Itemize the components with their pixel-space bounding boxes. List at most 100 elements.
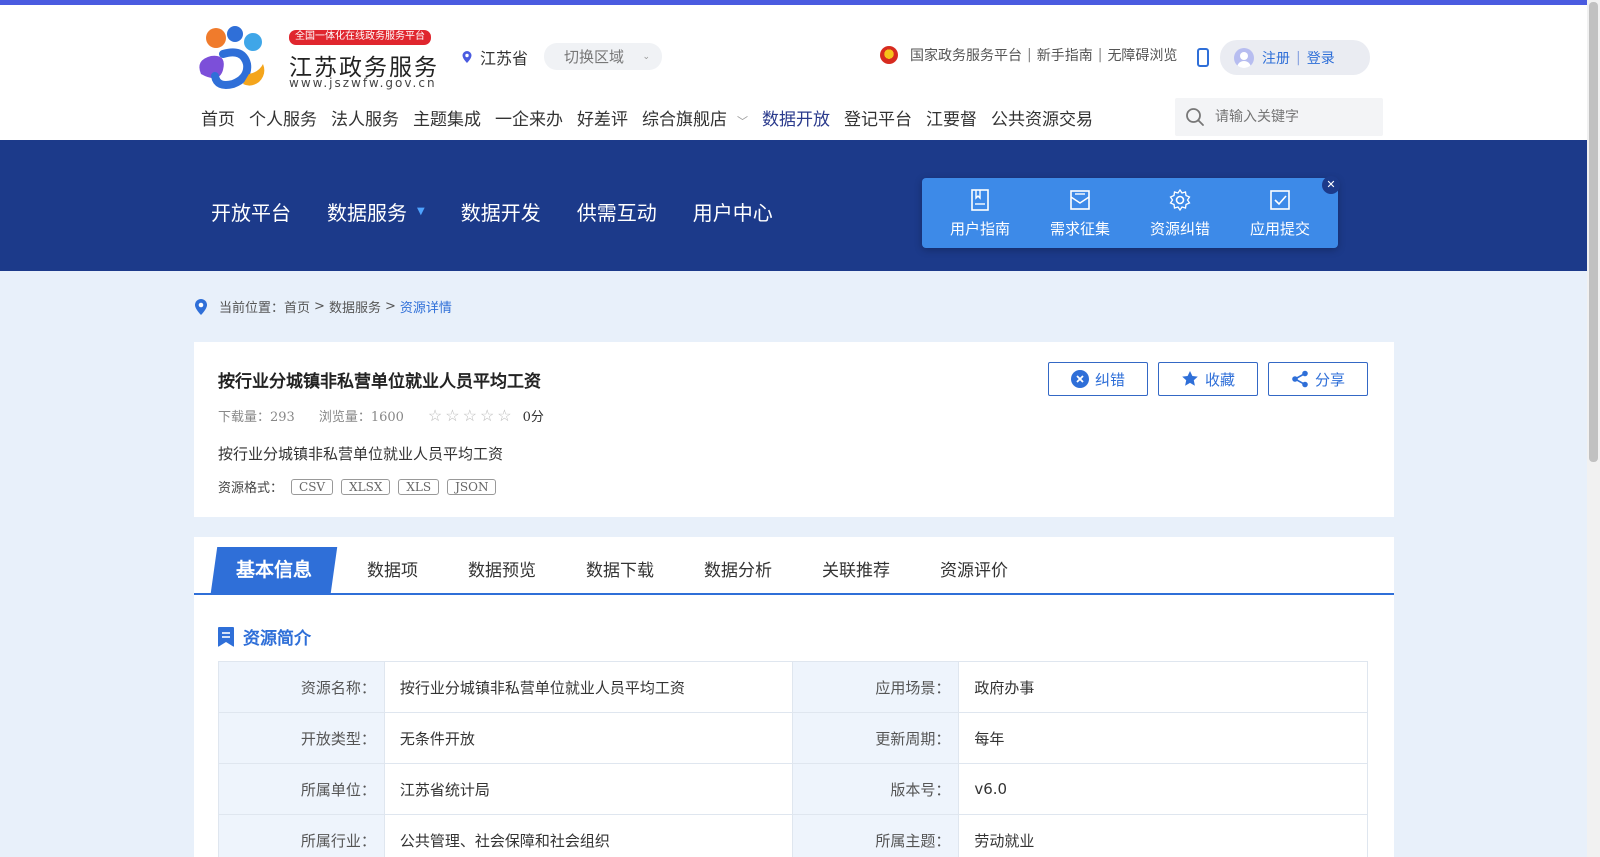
guide-link[interactable]: 新手指南: [1037, 45, 1093, 65]
logo-badge: 全国一体化在线政务服务平台: [289, 30, 431, 45]
national-platform-link[interactable]: 国家政务服务平台: [910, 45, 1022, 65]
resource-formats: 资源格式： CSV XLSX XLS JSON: [218, 477, 497, 496]
breadcrumb: 当前位置： 首页 > 数据服务 > 资源详情: [194, 297, 452, 316]
tab-data-items[interactable]: 数据项: [342, 556, 443, 593]
register-link[interactable]: 注册: [1262, 48, 1290, 68]
nav-public-resources[interactable]: 公共资源交易: [984, 105, 1100, 141]
nav-registration[interactable]: 登记平台: [837, 105, 919, 141]
tab-data-preview[interactable]: 数据预览: [443, 556, 561, 593]
check-doc-icon: [1270, 189, 1290, 210]
tab-related[interactable]: 关联推荐: [797, 556, 915, 593]
table-row: 资源名称： 按行业分城镇非私营单位就业人员平均工资 应用场景： 政府办事: [218, 661, 1368, 713]
close-icon[interactable]: ✕: [1322, 176, 1340, 194]
envelope-icon: [1070, 189, 1090, 210]
sub-nav: 开放平台 数据服务 ▼ 数据开发 供需互动 用户中心: [211, 197, 809, 226]
login-link[interactable]: 登录: [1307, 48, 1335, 68]
login-area: 注册 | 登录: [1220, 40, 1370, 75]
tab-basic-info[interactable]: 基本信息: [210, 547, 338, 593]
share-button[interactable]: 分享: [1268, 362, 1368, 396]
resource-detail-card: 基本信息 数据项 数据预览 数据下载 数据分析 关联推荐 资源评价 资源简介 资…: [194, 537, 1394, 857]
national-emblem-icon: [880, 46, 898, 64]
star-icon: ☆: [497, 406, 512, 425]
region-switch-button[interactable]: 切换区域 ⌄: [544, 43, 663, 70]
section-title: 资源简介: [218, 624, 311, 649]
tab-reviews[interactable]: 资源评价: [915, 556, 1033, 593]
site-logo[interactable]: 全国一体化在线政务服务平台 江苏政务服务 www.jszwfw.gov.cn: [193, 24, 438, 94]
format-tag: CSV: [291, 478, 334, 495]
page-scrollbar[interactable]: [1587, 0, 1600, 857]
location-pin-icon: [195, 298, 207, 315]
request-collection-button[interactable]: 需求征集: [1032, 188, 1128, 239]
table-row: 所属单位： 江苏省统计局 版本号： v6.0: [218, 763, 1368, 815]
subnav-data-dev[interactable]: 数据开发: [461, 197, 541, 226]
resource-actions: 纠错 收藏 分享: [1048, 362, 1378, 396]
search-input[interactable]: [1215, 109, 1375, 125]
tab-data-download[interactable]: 数据下载: [561, 556, 679, 593]
resource-correction-button[interactable]: 资源纠错: [1132, 188, 1228, 239]
table-row: 开放类型： 无条件开放 更新周期： 每年: [218, 712, 1368, 764]
report-error-button[interactable]: 纠错: [1048, 362, 1148, 396]
format-tag: JSON: [447, 478, 497, 495]
caret-down-icon: ▼: [417, 206, 425, 217]
search-box: [1175, 98, 1383, 136]
nav-themes[interactable]: 主题集成: [406, 105, 488, 141]
star-icon: [1182, 371, 1198, 386]
bookmark-doc-icon: [971, 188, 989, 211]
subnav-supply-demand[interactable]: 供需互动: [577, 197, 657, 226]
favorite-button[interactable]: 收藏: [1158, 362, 1258, 396]
nav-enterprise[interactable]: 一企来办: [488, 105, 570, 141]
rating-stars[interactable]: ☆ ☆ ☆ ☆ ☆: [428, 406, 515, 425]
view-count: 浏览量：1600: [318, 410, 404, 425]
search-icon[interactable]: [1185, 107, 1205, 127]
nav-corporate[interactable]: 法人服务: [324, 105, 406, 141]
location-pin-icon: [462, 50, 472, 63]
share-icon: [1292, 370, 1308, 388]
region-switch-label: 切换区域: [564, 48, 625, 66]
breadcrumb-home[interactable]: 首页: [284, 297, 310, 316]
gear-icon: [1169, 188, 1191, 211]
current-region: 江苏省: [480, 48, 529, 68]
logo-mark-icon: [199, 26, 265, 89]
table-row: 所属行业： 公共管理、社会保障和社会组织 所属主题： 劳动就业: [218, 814, 1368, 857]
format-tag: XLS: [398, 478, 440, 495]
nav-personal[interactable]: 个人服务: [242, 105, 324, 141]
nav-open-data[interactable]: 数据开放: [755, 105, 837, 144]
quick-actions-panel: 用户指南 需求征集 资源纠错 应用提交 ✕: [922, 176, 1340, 248]
document-icon: [218, 626, 234, 647]
scrollbar-thumb[interactable]: [1589, 2, 1598, 462]
resource-stats: 下载量：293 浏览量：1600 ☆ ☆ ☆ ☆ ☆ 0分: [218, 406, 544, 425]
nav-evaluation[interactable]: 好差评: [570, 105, 635, 141]
close-circle-icon: [1070, 370, 1089, 388]
user-guide-button[interactable]: 用户指南: [932, 188, 1028, 239]
tab-data-analysis[interactable]: 数据分析: [679, 556, 797, 593]
nav-home[interactable]: 首页: [194, 105, 242, 141]
accessible-link[interactable]: 无障碍浏览: [1107, 45, 1177, 65]
breadcrumb-current: 资源详情: [399, 301, 452, 316]
resource-info-table: 资源名称： 按行业分城镇非私营单位就业人员平均工资 应用场景： 政府办事 开放类…: [218, 661, 1368, 857]
subnav-user-center[interactable]: 用户中心: [693, 197, 773, 226]
format-tag: XLSX: [341, 478, 391, 495]
subnav-data-service[interactable]: 数据服务 ▼: [327, 197, 425, 226]
nav-flagship[interactable]: 综合旗舰店 ﹀: [635, 105, 755, 141]
star-icon: ☆: [427, 406, 443, 425]
user-avatar-icon: [1234, 47, 1254, 68]
star-icon: ☆: [445, 406, 460, 425]
data-platform-band: 开放平台 数据服务 ▼ 数据开发 供需互动 用户中心 用户指南 需求征集 资源纠错…: [0, 140, 1587, 271]
app-submit-button[interactable]: 应用提交: [1232, 188, 1328, 239]
resource-summary-card: 按行业分城镇非私营单位就业人员平均工资 下载量：293 浏览量：1600 ☆ ☆ ☆…: [194, 342, 1394, 517]
breadcrumb-data-service[interactable]: 数据服务: [329, 297, 381, 316]
nav-supervision[interactable]: 江要督: [919, 105, 984, 141]
site-header: 全国一体化在线政务服务平台 江苏政务服务 www.jszwfw.gov.cn 江…: [0, 5, 1587, 144]
chevron-down-icon: ⌄: [642, 51, 651, 62]
main-nav: 首页 个人服务 法人服务 主题集成 一企来办 好差评 综合旗舰店 ﹀ 数据开放 登…: [194, 105, 1100, 144]
star-icon: ☆: [479, 406, 495, 425]
subnav-open-platform[interactable]: 开放平台: [211, 197, 291, 226]
top-links: 国家政务服务平台 | 新手指南 | 无障碍浏览: [880, 45, 1177, 65]
download-count: 下载量：293: [218, 410, 295, 425]
rating-score: 0分: [522, 410, 544, 425]
region-selector: 江苏省 切换区域 ⌄: [460, 43, 663, 70]
mobile-phone-icon[interactable]: [1197, 48, 1209, 67]
detail-tabs: 基本信息 数据项 数据预览 数据下载 数据分析 关联推荐 资源评价: [194, 547, 1394, 595]
resource-title: 按行业分城镇非私营单位就业人员平均工资: [218, 372, 541, 392]
logo-url: www.jszwfw.gov.cn: [289, 76, 437, 90]
